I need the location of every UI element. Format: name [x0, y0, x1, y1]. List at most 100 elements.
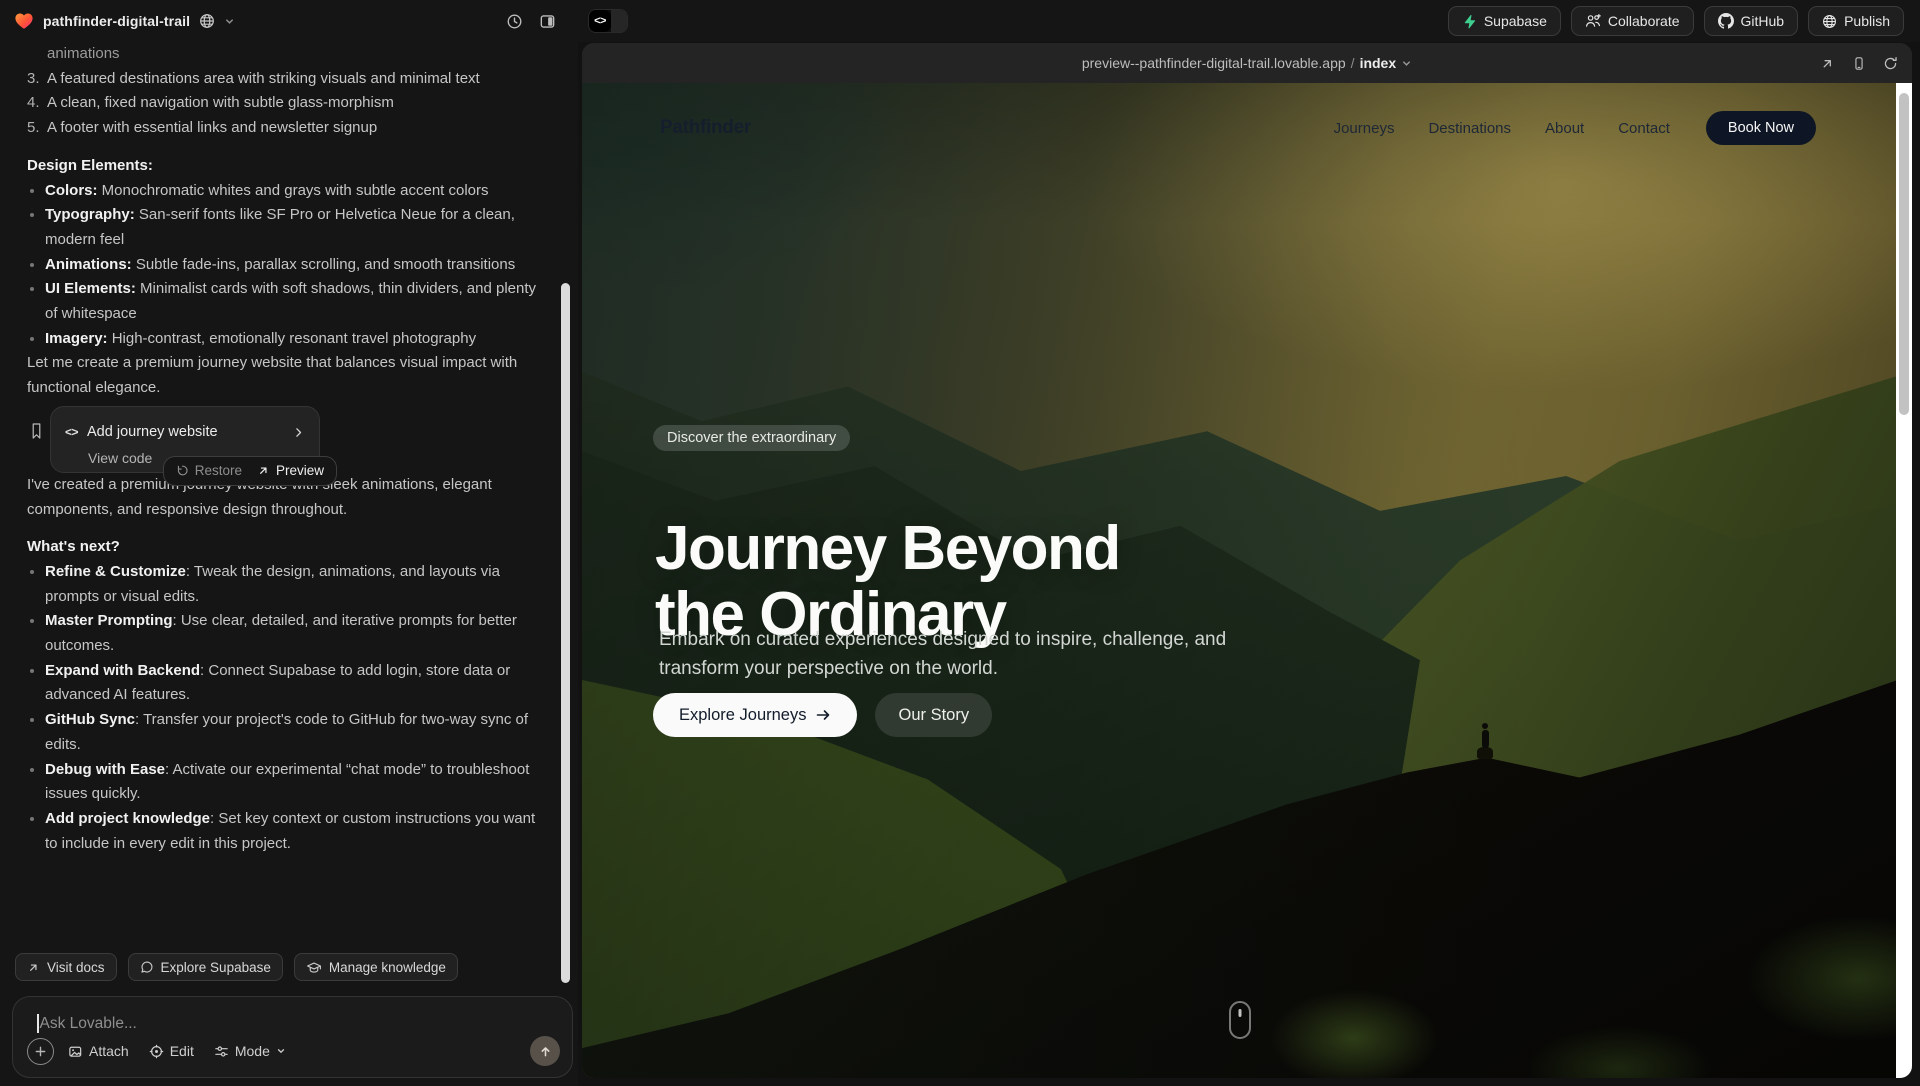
- our-story-button[interactable]: Our Story: [875, 693, 992, 737]
- preview-header: preview--pathfinder-digital-trail.lovabl…: [582, 43, 1912, 83]
- bullet-item: Expand with Backend: Connect Supabase to…: [27, 659, 550, 708]
- external-link-icon: [27, 961, 40, 974]
- code-mode-toggle[interactable]: <>: [588, 9, 628, 33]
- bullet-item: Add project knowledge: Set key context o…: [27, 807, 550, 856]
- bullet-dot: [27, 659, 45, 708]
- refresh-button[interactable]: [1883, 56, 1898, 71]
- site-nav: Journeys Destinations About Contact: [1334, 120, 1670, 137]
- restore-label: Restore: [195, 463, 242, 478]
- bullet-item: Typography: San-serif fonts like SF Pro …: [27, 203, 550, 252]
- code-icon: <>: [65, 420, 78, 445]
- preview-url-host: preview--pathfinder-digital-trail.lovabl…: [1082, 55, 1346, 71]
- github-button[interactable]: GitHub: [1704, 6, 1799, 36]
- publish-button[interactable]: Publish: [1808, 6, 1904, 36]
- target-icon: [149, 1044, 164, 1059]
- preview-label: Preview: [276, 463, 324, 478]
- manage-knowledge-button[interactable]: Manage knowledge: [294, 953, 458, 981]
- bullet-item: Animations: Subtle fade-ins, parallax sc…: [27, 253, 550, 278]
- collaborate-label: Collaborate: [1608, 13, 1680, 29]
- preview-panel: preview--pathfinder-digital-trail.lovabl…: [582, 43, 1912, 1078]
- arrow-right-icon: [815, 707, 831, 723]
- site-nav-link[interactable]: Journeys: [1334, 120, 1395, 137]
- generation-card[interactable]: <> Add journey website View code Restore…: [50, 406, 320, 473]
- collaborate-button[interactable]: Collaborate: [1571, 6, 1694, 36]
- bullet-item: Debug with Ease: Activate our experiment…: [27, 758, 550, 807]
- bullet-item: GitHub Sync: Transfer your project's cod…: [27, 708, 550, 757]
- scroll-indicator: [1229, 1001, 1251, 1039]
- site-viewport: Pathfinder Journeys Destinations About Cont…: [582, 83, 1912, 1078]
- site-scrollbar[interactable]: [1896, 83, 1912, 1078]
- url-separator: /: [1351, 55, 1355, 71]
- plus-icon: [34, 1045, 47, 1058]
- site-logo[interactable]: Pathfinder: [660, 117, 751, 139]
- bullet-dot: [27, 807, 45, 856]
- project-menu-chevron-icon[interactable]: [224, 16, 235, 27]
- site-nav-link[interactable]: Destinations: [1428, 120, 1511, 137]
- edit-button[interactable]: Edit: [149, 1043, 194, 1059]
- supabase-label: Supabase: [1484, 13, 1547, 29]
- hero-title-line1: Journey Beyond: [655, 516, 1120, 582]
- project-name[interactable]: pathfinder-digital-trail: [43, 13, 190, 29]
- bullet-item: Master Prompting: Use clear, detailed, a…: [27, 609, 550, 658]
- sidebar-scrollbar-thumb[interactable]: [561, 283, 570, 983]
- chevron-down-icon: [1401, 58, 1412, 69]
- preview-url-page: index: [1360, 55, 1397, 71]
- chevron-right-icon: [292, 426, 305, 439]
- history-button[interactable]: [506, 13, 523, 30]
- bullet-dot: [27, 708, 45, 757]
- hero-badge: Discover the extraordinary: [653, 425, 850, 451]
- bullet-item: Colors: Monochromatic whites and grays w…: [27, 179, 550, 204]
- chat-input[interactable]: Ask Lovable... Attach Edit Mode: [12, 996, 573, 1078]
- attach-button[interactable]: Attach: [68, 1043, 129, 1059]
- explore-supabase-label: Explore Supabase: [161, 960, 271, 975]
- design-bullets: Colors: Monochromatic whites and grays w…: [27, 179, 550, 352]
- code-icon: <>: [589, 10, 611, 32]
- manage-knowledge-label: Manage knowledge: [329, 960, 446, 975]
- chat-input-placeholder: Ask Lovable...: [40, 1015, 137, 1033]
- preview-url-dropdown[interactable]: preview--pathfinder-digital-trail.lovabl…: [1082, 55, 1412, 71]
- numbered-list: 3.A featured destinations area with stri…: [27, 67, 550, 141]
- add-button[interactable]: [27, 1038, 54, 1065]
- bookmark-icon[interactable]: [29, 422, 44, 440]
- attach-label: Attach: [89, 1043, 129, 1059]
- chat-panel: animations 3.A featured destinations are…: [0, 42, 578, 1086]
- mode-dropdown[interactable]: Mode: [214, 1043, 286, 1059]
- hero-subtitle: Embark on curated experiences designed t…: [659, 626, 1259, 683]
- supabase-button[interactable]: Supabase: [1448, 6, 1561, 36]
- image-icon: [68, 1044, 83, 1059]
- sliders-icon: [214, 1044, 229, 1059]
- bullet-dot: [27, 277, 45, 326]
- bullet-dot: [27, 253, 45, 278]
- site-scrollbar-thumb[interactable]: [1899, 93, 1909, 415]
- chevron-down-icon: [276, 1046, 286, 1056]
- book-now-button[interactable]: Book Now: [1706, 111, 1816, 145]
- site-header: Pathfinder Journeys Destinations About Cont…: [582, 83, 1896, 173]
- bullet-item: Imagery: High-contrast, emotionally reso…: [27, 327, 550, 352]
- mobile-view-button[interactable]: [1852, 56, 1866, 71]
- restore-button[interactable]: Restore: [176, 463, 242, 478]
- app-topbar: pathfinder-digital-trail <> Supabase Col…: [0, 0, 1920, 42]
- site-nav-link[interactable]: About: [1545, 120, 1584, 137]
- explore-journeys-button[interactable]: Explore Journeys: [653, 693, 857, 737]
- bullet-dot: [27, 609, 45, 658]
- numbered-item: 4.A clean, fixed navigation with subtle …: [27, 91, 550, 116]
- visit-docs-label: Visit docs: [47, 960, 105, 975]
- toggle-panel-button[interactable]: [539, 13, 556, 30]
- visit-docs-button[interactable]: Visit docs: [15, 953, 117, 981]
- chat-scroll-area: animations 3.A featured destinations are…: [0, 42, 578, 947]
- card-hover-actions: Restore Preview: [163, 456, 337, 486]
- preview-button[interactable]: Preview: [257, 463, 324, 478]
- arrow-up-icon: [538, 1044, 553, 1059]
- open-in-new-tab-button[interactable]: [1820, 56, 1835, 71]
- site-nav-link[interactable]: Contact: [1618, 120, 1670, 137]
- bullet-item: UI Elements: Minimalist cards with soft …: [27, 277, 550, 326]
- numbered-item: 3.A featured destinations area with stri…: [27, 67, 550, 92]
- numbered-item: 5.A footer with essential links and news…: [27, 116, 550, 141]
- explore-supabase-button[interactable]: Explore Supabase: [128, 953, 283, 981]
- lovable-heart-logo-icon: [14, 11, 34, 31]
- bullet-dot: [27, 327, 45, 352]
- send-button[interactable]: [530, 1036, 560, 1066]
- bullet-dot: [27, 560, 45, 609]
- explore-journeys-label: Explore Journeys: [679, 706, 806, 725]
- generation-card-title: Add journey website: [87, 420, 218, 445]
